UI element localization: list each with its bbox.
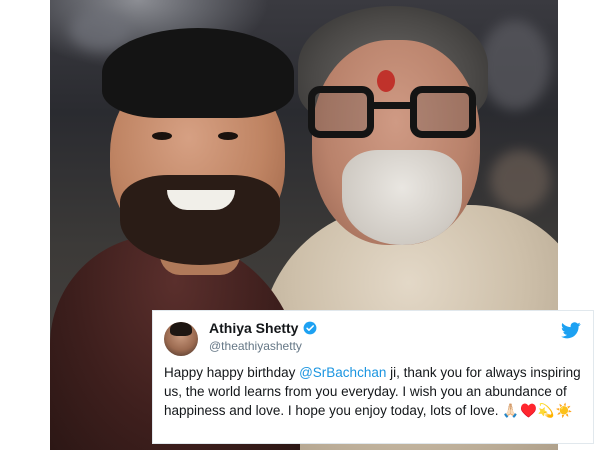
person-left-hair [102,28,294,118]
mention-link[interactable]: @SrBachchan [299,365,386,380]
tweet-body: Happy happy birthday @SrBachchan ji, tha… [164,363,588,420]
tweet-text-start: Happy happy birthday [164,365,300,380]
verified-badge-icon [304,321,317,335]
person-right-beard [342,150,462,245]
twitter-bird-icon[interactable] [561,322,581,339]
author-handle[interactable]: @theathiyashetty [209,339,302,353]
author-avatar[interactable] [164,322,198,356]
author-name-row: Athiya Shetty [209,320,317,336]
tweet-card[interactable]: Athiya Shetty @theathiyashetty Happy hap… [152,310,594,444]
eyeglasses [308,86,480,142]
screenshot-stage: Athiya Shetty @theathiyashetty Happy hap… [0,0,600,450]
person-left-beard [120,175,280,265]
author-display-name[interactable]: Athiya Shetty [209,320,298,336]
emoji-sequence: 🙏🏻♥️💫☀️ [502,403,574,418]
